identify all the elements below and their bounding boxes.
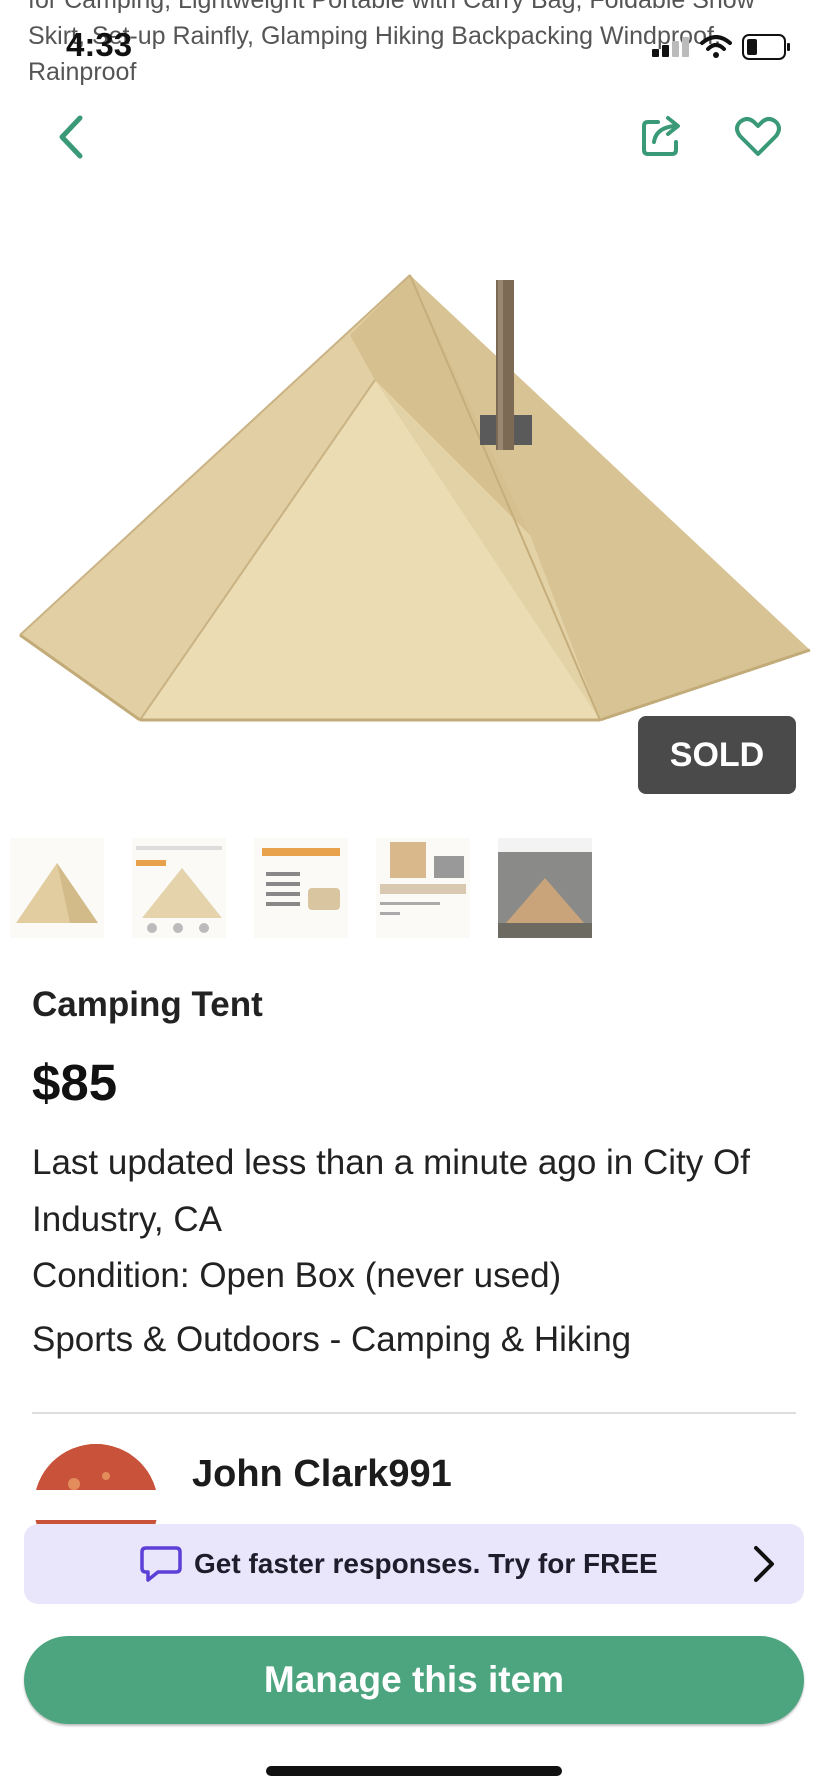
share-icon <box>642 116 680 156</box>
divider <box>32 1412 796 1414</box>
battery-icon <box>742 34 790 60</box>
signal-icon <box>652 37 689 57</box>
thumbnail-strip <box>10 838 592 938</box>
thumbnail-2[interactable] <box>132 838 226 938</box>
item-location-updated: Last updated less than a minute ago in C… <box>32 1143 750 1239</box>
item-condition: Condition: Open Box (never used) <box>32 1256 562 1295</box>
thumbnail-5[interactable] <box>498 838 592 938</box>
thumbnail-3[interactable] <box>254 838 348 938</box>
chevron-right-icon <box>754 1546 774 1582</box>
back-button[interactable] <box>52 112 92 162</box>
chat-bubble-icon <box>140 1546 182 1582</box>
share-button[interactable] <box>638 112 686 160</box>
wifi-icon <box>700 35 732 58</box>
promo-text: Get faster responses. Try for FREE <box>194 1548 658 1579</box>
favorite-button[interactable] <box>734 114 782 158</box>
product-image[interactable] <box>0 205 828 805</box>
thumbnail-4[interactable] <box>376 838 470 938</box>
heart-icon <box>735 117 781 156</box>
status-icons <box>652 34 792 60</box>
seller-name[interactable]: John Clark991 <box>192 1453 452 1496</box>
item-title: Camping Tent <box>32 985 263 1024</box>
item-price: $85 <box>32 1054 118 1111</box>
manage-item-button[interactable]: Manage this item <box>24 1636 804 1724</box>
promo-banner[interactable]: Get faster responses. Try for FREE <box>24 1524 804 1604</box>
chevron-left-icon <box>59 115 83 159</box>
status-time: 4:33 <box>66 26 133 63</box>
sold-badge: SOLD <box>638 716 796 794</box>
item-category[interactable]: Sports & Outdoors - Camping & Hiking <box>32 1320 631 1360</box>
home-indicator[interactable] <box>266 1766 562 1776</box>
thumbnail-1[interactable] <box>10 838 104 938</box>
tent-image <box>19 274 811 722</box>
